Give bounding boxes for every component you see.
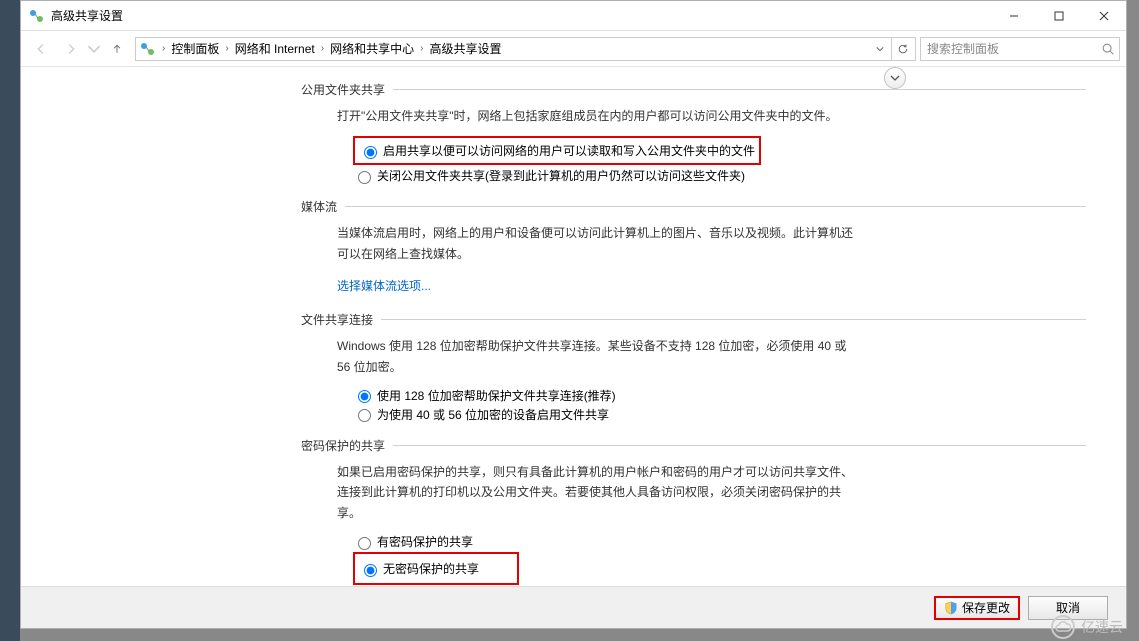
- public-folder-options: 启用共享以便可以访问网络的用户可以读取和写入公用文件夹中的文件 关闭公用文件夹共…: [353, 136, 1086, 184]
- radio-input[interactable]: [358, 537, 371, 550]
- breadcrumb-item-advanced-sharing[interactable]: 高级共享设置: [425, 38, 505, 59]
- radio-label: 有密码保护的共享: [377, 533, 473, 550]
- minimize-button[interactable]: [991, 1, 1036, 31]
- password-protection-options: 有密码保护的共享 无密码保护的共享: [353, 533, 1086, 585]
- address-dropdown-button[interactable]: [869, 38, 891, 60]
- desktop-taskbar-edge: [0, 0, 20, 641]
- search-input[interactable]: [925, 41, 1101, 57]
- radio-label: 启用共享以便可以访问网络的用户可以读取和写入公用文件夹中的文件: [383, 142, 755, 159]
- content-area[interactable]: 公用文件夹共享 打开"公用文件夹共享"时，网络上包括家庭组成员在内的用户都可以访…: [21, 67, 1126, 586]
- radio-input[interactable]: [364, 146, 377, 159]
- maximize-button[interactable]: [1036, 1, 1081, 31]
- window-controls: [991, 1, 1126, 31]
- breadcrumb-sep: ›: [418, 43, 425, 54]
- network-icon: [140, 41, 156, 57]
- cancel-label: 取消: [1056, 599, 1080, 616]
- arrow-up-icon: [111, 43, 123, 55]
- search-icon: [1101, 42, 1115, 56]
- radio-encryption-128[interactable]: 使用 128 位加密帮助保护文件共享连接(推荐): [353, 387, 1086, 404]
- refresh-button[interactable]: [891, 38, 913, 60]
- radio-encryption-40-56[interactable]: 为使用 40 或 56 位加密的设备启用文件共享: [353, 406, 1086, 423]
- section-title-connection: 文件共享连接: [301, 311, 1086, 328]
- divider: [345, 206, 1086, 207]
- search-box[interactable]: [920, 37, 1120, 61]
- divider: [393, 445, 1086, 446]
- footer-bar: 保存更改 取消: [21, 586, 1126, 628]
- save-label: 保存更改: [962, 599, 1010, 616]
- radio-password-off[interactable]: 无密码保护的共享: [359, 560, 479, 577]
- radio-label: 无密码保护的共享: [383, 560, 479, 577]
- chevron-down-icon: [876, 45, 884, 53]
- settings-pane: 公用文件夹共享 打开"公用文件夹共享"时，网络上包括家庭组成员在内的用户都可以访…: [301, 81, 1086, 586]
- radio-label: 为使用 40 或 56 位加密的设备启用文件共享: [377, 406, 609, 423]
- shield-icon: [944, 601, 958, 615]
- connection-encryption-options: 使用 128 位加密帮助保护文件共享连接(推荐) 为使用 40 或 56 位加密…: [353, 387, 1086, 423]
- navigation-bar: › 控制面板 › 网络和 Internet › 网络和共享中心 › 高级共享设置: [21, 31, 1126, 67]
- section-label: 密码保护的共享: [301, 437, 385, 454]
- control-panel-window: 高级共享设置: [20, 0, 1127, 629]
- radio-input[interactable]: [364, 564, 377, 577]
- network-icon: [29, 8, 45, 24]
- radio-input[interactable]: [358, 171, 371, 184]
- nav-up-button[interactable]: [103, 35, 131, 63]
- address-bar[interactable]: › 控制面板 › 网络和 Internet › 网络和共享中心 › 高级共享设置: [135, 37, 916, 61]
- save-button[interactable]: 保存更改: [934, 596, 1020, 620]
- radio-public-folder-off[interactable]: 关闭公用文件夹共享(登录到此计算机的用户仍然可以访问这些文件夹): [353, 167, 1086, 184]
- radio-input[interactable]: [358, 409, 371, 422]
- breadcrumb-sep: ›: [223, 43, 230, 54]
- radio-label: 关闭公用文件夹共享(登录到此计算机的用户仍然可以访问这些文件夹): [377, 167, 745, 184]
- section-desc-password: 如果已启用密码保护的共享，则只有具备此计算机的用户帐户和密码的用户才可以访问共享…: [337, 462, 857, 523]
- close-icon: [1099, 11, 1109, 21]
- section-title-media: 媒体流: [301, 198, 1086, 215]
- media-options-link[interactable]: 选择媒体流选项...: [337, 274, 431, 297]
- breadcrumb-item-control-panel[interactable]: 控制面板: [167, 38, 223, 59]
- section-desc-connection: Windows 使用 128 位加密帮助保护文件共享连接。某些设备不支持 128…: [337, 336, 857, 377]
- section-desc-media: 当媒体流启用时，网络上的用户和设备便可以访问此计算机上的图片、音乐以及视频。此计…: [337, 223, 857, 264]
- nav-forward-button[interactable]: [57, 35, 85, 63]
- window-title: 高级共享设置: [51, 7, 991, 24]
- section-desc-public-folder: 打开"公用文件夹共享"时，网络上包括家庭组成员在内的用户都可以访问公用文件夹中的…: [337, 106, 857, 126]
- breadcrumb-sep: ›: [160, 43, 167, 54]
- radio-input[interactable]: [358, 390, 371, 403]
- section-label: 文件共享连接: [301, 311, 373, 328]
- radio-password-on[interactable]: 有密码保护的共享: [353, 533, 1086, 550]
- highlight-box: 启用共享以便可以访问网络的用户可以读取和写入公用文件夹中的文件: [353, 136, 761, 165]
- minimize-icon: [1009, 11, 1019, 21]
- breadcrumb-sep: ›: [319, 43, 326, 54]
- highlight-box: 无密码保护的共享: [353, 552, 519, 585]
- section-title-password: 密码保护的共享: [301, 437, 1086, 454]
- section-label: 媒体流: [301, 198, 337, 215]
- arrow-left-icon: [34, 42, 48, 56]
- breadcrumb-item-sharing-center[interactable]: 网络和共享中心: [326, 38, 418, 59]
- divider: [393, 89, 1086, 90]
- radio-public-folder-on[interactable]: 启用共享以便可以访问网络的用户可以读取和写入公用文件夹中的文件: [359, 142, 755, 159]
- divider: [381, 319, 1086, 320]
- close-button[interactable]: [1081, 1, 1126, 31]
- nav-back-button[interactable]: [27, 35, 55, 63]
- section-label: 公用文件夹共享: [301, 81, 385, 98]
- titlebar: 高级共享设置: [21, 1, 1126, 31]
- chevron-down-icon: [87, 42, 101, 56]
- section-title-public-folder: 公用文件夹共享: [301, 81, 1086, 98]
- maximize-icon: [1054, 11, 1064, 21]
- cancel-button[interactable]: 取消: [1028, 596, 1108, 620]
- breadcrumb-item-network[interactable]: 网络和 Internet: [231, 38, 319, 59]
- arrow-right-icon: [64, 42, 78, 56]
- refresh-icon: [897, 43, 909, 55]
- radio-label: 使用 128 位加密帮助保护文件共享连接(推荐): [377, 387, 616, 404]
- nav-recent-button[interactable]: [87, 35, 101, 63]
- breadcrumb: 控制面板 › 网络和 Internet › 网络和共享中心 › 高级共享设置: [167, 38, 869, 59]
